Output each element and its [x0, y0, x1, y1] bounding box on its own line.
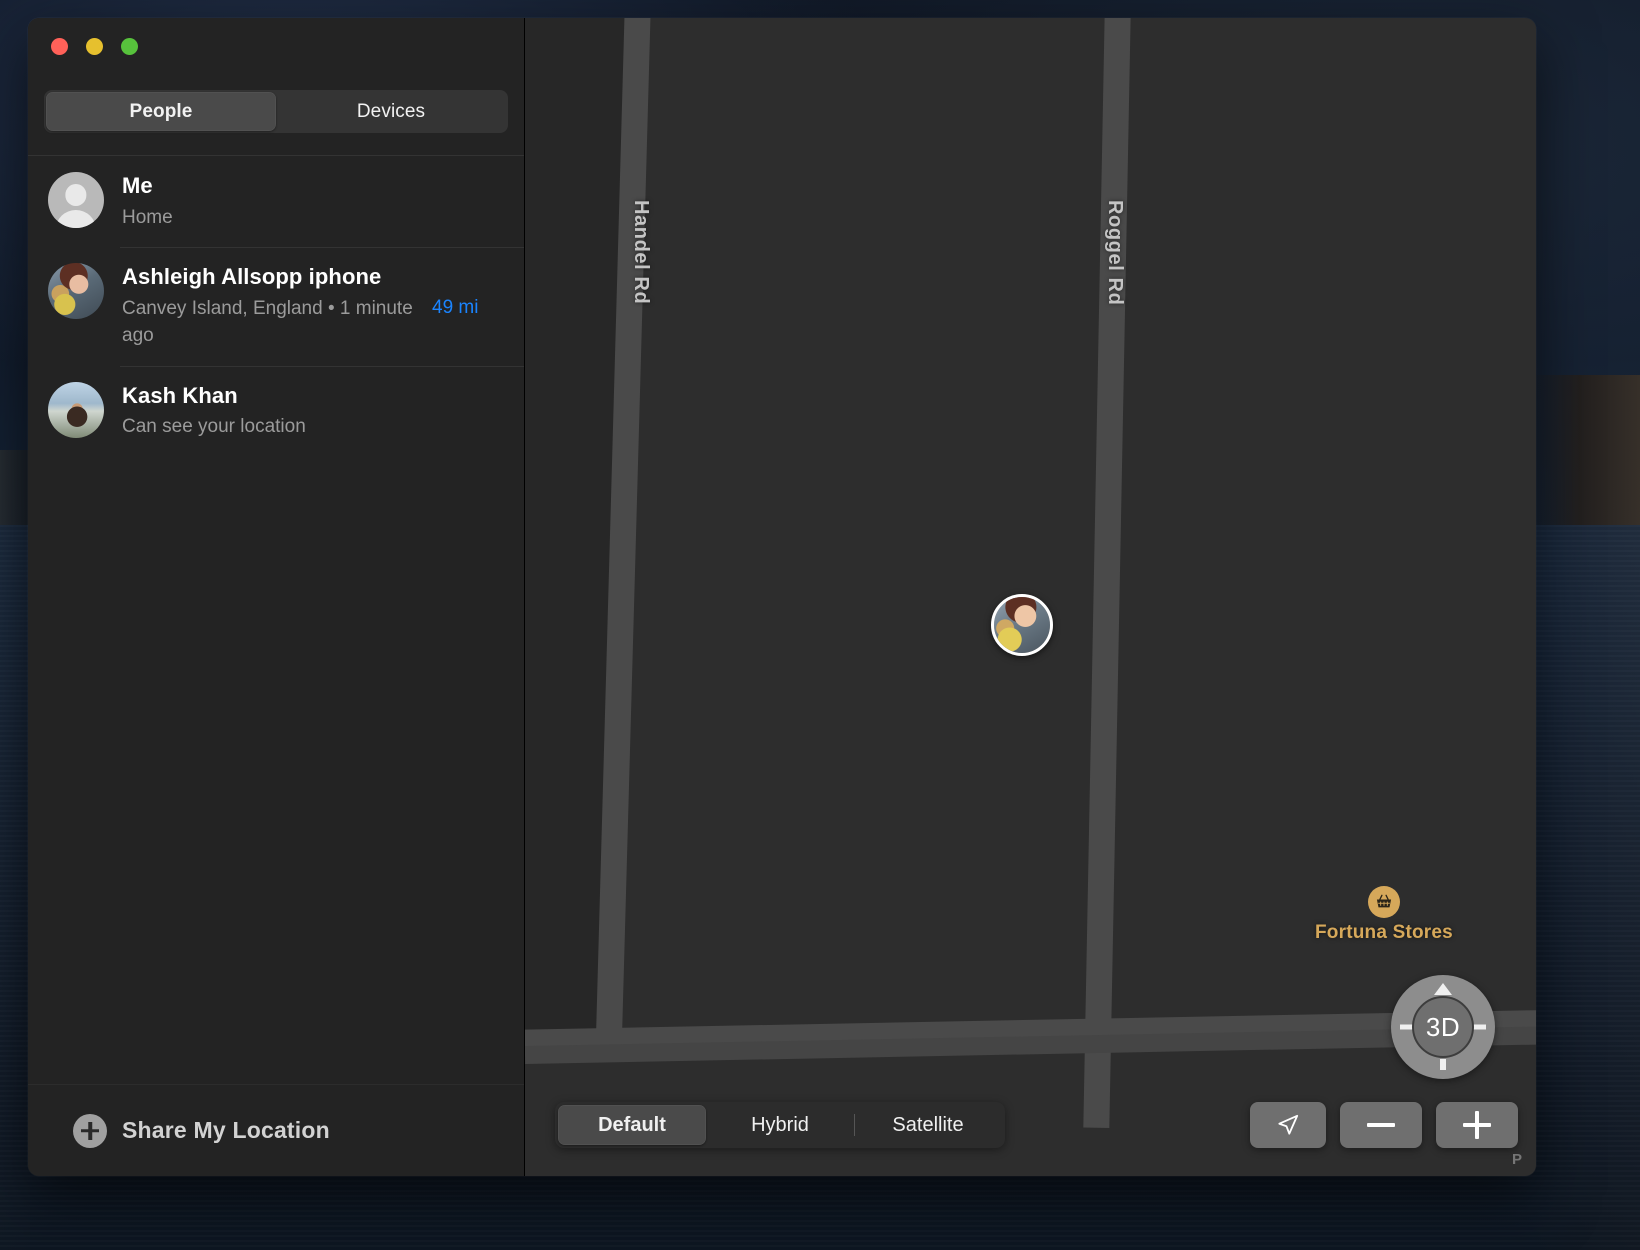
find-my-window: People Devices Me Home Ashleigh Allsopp … — [28, 18, 1536, 1176]
sidebar: People Devices Me Home Ashleigh Allsopp … — [28, 18, 525, 1176]
person-subtitle: Can see your location — [122, 416, 306, 438]
tab-people[interactable]: People — [46, 92, 276, 131]
segmented-control-wrap: People Devices — [28, 80, 524, 133]
person-info: Ashleigh Allsopp iphone Canvey Island, E… — [122, 263, 504, 349]
map-type-default[interactable]: Default — [558, 1105, 706, 1145]
person-sub-row: Can see your location — [122, 414, 504, 441]
dial-3d-toggle[interactable]: 3D — [1412, 996, 1474, 1058]
person-name: Kash Khan — [122, 382, 238, 408]
share-location-bar: Share My Location — [28, 1084, 524, 1176]
map-3d-dial[interactable]: 3D — [1391, 975, 1495, 1079]
avatar-me — [48, 172, 104, 228]
maximize-button[interactable] — [121, 38, 138, 55]
person-name: Me — [122, 173, 153, 198]
avatar-kash — [48, 381, 104, 438]
ashleigh-location-pin[interactable] — [991, 594, 1053, 656]
close-button[interactable] — [51, 38, 68, 55]
person-subtitle: Canvey Island, England • 1 minute ago — [122, 298, 413, 346]
avatar-ashleigh — [48, 263, 104, 320]
dial-tilt-down-icon[interactable] — [1440, 1059, 1446, 1070]
person-subtitle: Home — [122, 206, 173, 228]
plus-icon — [1463, 1111, 1491, 1139]
road-label-roggel-rd: Roggel Rd — [1104, 200, 1126, 306]
poi-fortuna-stores[interactable]: Fortuna Stores — [1315, 886, 1453, 944]
wallpaper-rock-left — [0, 450, 30, 1250]
map-type-hybrid[interactable]: Hybrid — [706, 1105, 854, 1145]
zoom-in-button[interactable] — [1436, 1102, 1518, 1148]
person-info: Me Home — [122, 172, 504, 231]
tab-devices[interactable]: Devices — [276, 92, 506, 131]
minimize-button[interactable] — [86, 38, 103, 55]
dial-tilt-up-icon[interactable] — [1434, 983, 1452, 995]
share-my-location-label: Share My Location — [122, 1117, 330, 1143]
person-sub-row: Canvey Island, England • 1 minute ago 49… — [122, 296, 504, 350]
person-sub-row: Home — [122, 205, 504, 232]
road-roggel-rd — [1083, 18, 1131, 1129]
people-list: Me Home Ashleigh Allsopp iphone Canvey I… — [28, 156, 524, 1084]
list-item-kash-khan[interactable]: Kash Khan Can see your location — [28, 365, 524, 457]
minus-icon — [1367, 1123, 1395, 1127]
map-type-satellite[interactable]: Satellite — [854, 1105, 1002, 1145]
window-traffic-lights — [28, 18, 524, 80]
plus-circle-icon — [73, 1113, 107, 1148]
map-attribution: P — [1511, 1151, 1522, 1168]
person-info: Kash Khan Can see your location — [122, 382, 504, 441]
map-control-buttons — [1250, 1102, 1518, 1148]
locate-button[interactable] — [1250, 1102, 1326, 1148]
people-devices-segmented-control: People Devices — [44, 90, 508, 133]
person-name: Ashleigh Allsopp iphone — [122, 264, 382, 290]
map-type-segmented-control: Default Hybrid Satellite — [555, 1102, 1005, 1148]
pin-avatar-image — [994, 597, 1050, 653]
road-label-handel-rd: Handel Rd — [630, 200, 652, 305]
person-distance: 49 mi — [432, 297, 479, 318]
share-my-location-button[interactable]: Share My Location — [73, 1113, 330, 1148]
dial-rotate-right-icon[interactable] — [1472, 1024, 1486, 1030]
map-canvas[interactable]: Handel Rd Roggel Rd Fortuna Stores 3D De… — [525, 18, 1536, 1176]
shopping-basket-icon — [1367, 886, 1400, 918]
navigation-arrow-icon — [1278, 1114, 1299, 1135]
poi-label: Fortuna Stores — [1315, 922, 1453, 943]
list-item-me[interactable]: Me Home — [28, 156, 524, 247]
wallpaper-rock-right — [1530, 375, 1640, 1250]
list-item-ashleigh-allsopp-iphone[interactable]: Ashleigh Allsopp iphone Canvey Island, E… — [28, 247, 524, 365]
zoom-out-button[interactable] — [1340, 1102, 1422, 1148]
